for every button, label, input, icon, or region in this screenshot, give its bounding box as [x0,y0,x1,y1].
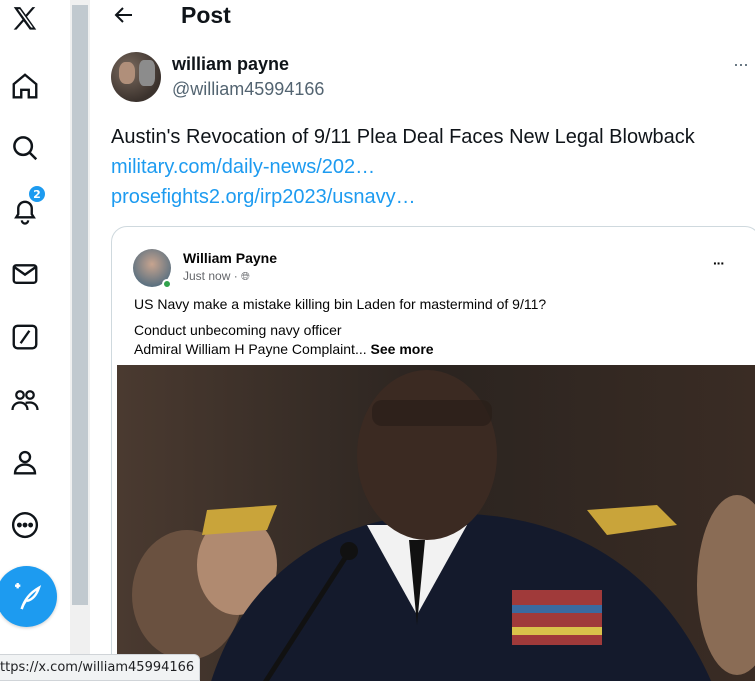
online-dot-icon [162,279,172,289]
general-photo [117,365,755,681]
main-column: Post william payne @william45994166 ··· … [90,0,755,681]
author-name[interactable]: william payne [172,54,289,75]
profile-icon[interactable] [6,443,44,481]
post-header: Post [90,0,755,32]
tweet-link-prosefights[interactable]: prosefights2.org/irp2023/usnavy… [111,182,695,212]
avatar[interactable] [111,52,161,102]
tweet-body: Austin's Revocation of 9/11 Plea Deal Fa… [111,122,695,212]
home-icon[interactable] [6,67,44,105]
embed-line-3: Admiral William H Payne Complaint... [134,341,367,357]
embed-more-icon: ··· [713,255,725,271]
x-logo-icon[interactable] [6,0,44,38]
page-title: Post [181,2,231,28]
search-icon[interactable] [6,129,44,167]
embed-author-name: William Payne [183,250,278,266]
embed-text: US Navy make a mistake killing bin Laden… [134,295,546,359]
see-more-link: See more [370,341,434,357]
bell-icon[interactable]: 2 [6,184,47,230]
left-nav: 2 [0,0,70,681]
post-button[interactable] [0,566,57,627]
notification-badge: 2 [27,184,47,204]
status-bar-url: ttps://x.com/william45994166 [0,654,200,681]
scrollbar-thumb[interactable] [72,5,88,605]
globe-icon: 🌐︎ [241,271,250,283]
mail-icon[interactable] [6,255,44,293]
tweet-link-military[interactable]: military.com/daily-news/202… [111,152,695,182]
embed-timestamp: Just now · 🌐︎ [183,269,250,284]
grok-icon[interactable] [6,318,44,356]
embed-line-1: US Navy make a mistake killing bin Laden… [134,296,547,312]
embed-time-text: Just now · [183,269,238,283]
facebook-screenshot: William Payne Just now · 🌐︎ ··· US Navy … [117,235,755,681]
author-handle[interactable]: @william45994166 [172,79,324,100]
communities-icon[interactable] [6,381,44,419]
more-icon[interactable] [6,506,44,544]
more-options-icon[interactable]: ··· [733,54,749,75]
feather-plus-icon [14,582,41,609]
tweet-text: Austin's Revocation of 9/11 Plea Deal Fa… [111,126,695,148]
embed-line-2: Conduct unbecoming navy officer [134,322,342,338]
back-arrow-icon[interactable] [112,3,136,27]
embedded-image-card[interactable]: William Payne Just now · 🌐︎ ··· US Navy … [111,226,755,681]
